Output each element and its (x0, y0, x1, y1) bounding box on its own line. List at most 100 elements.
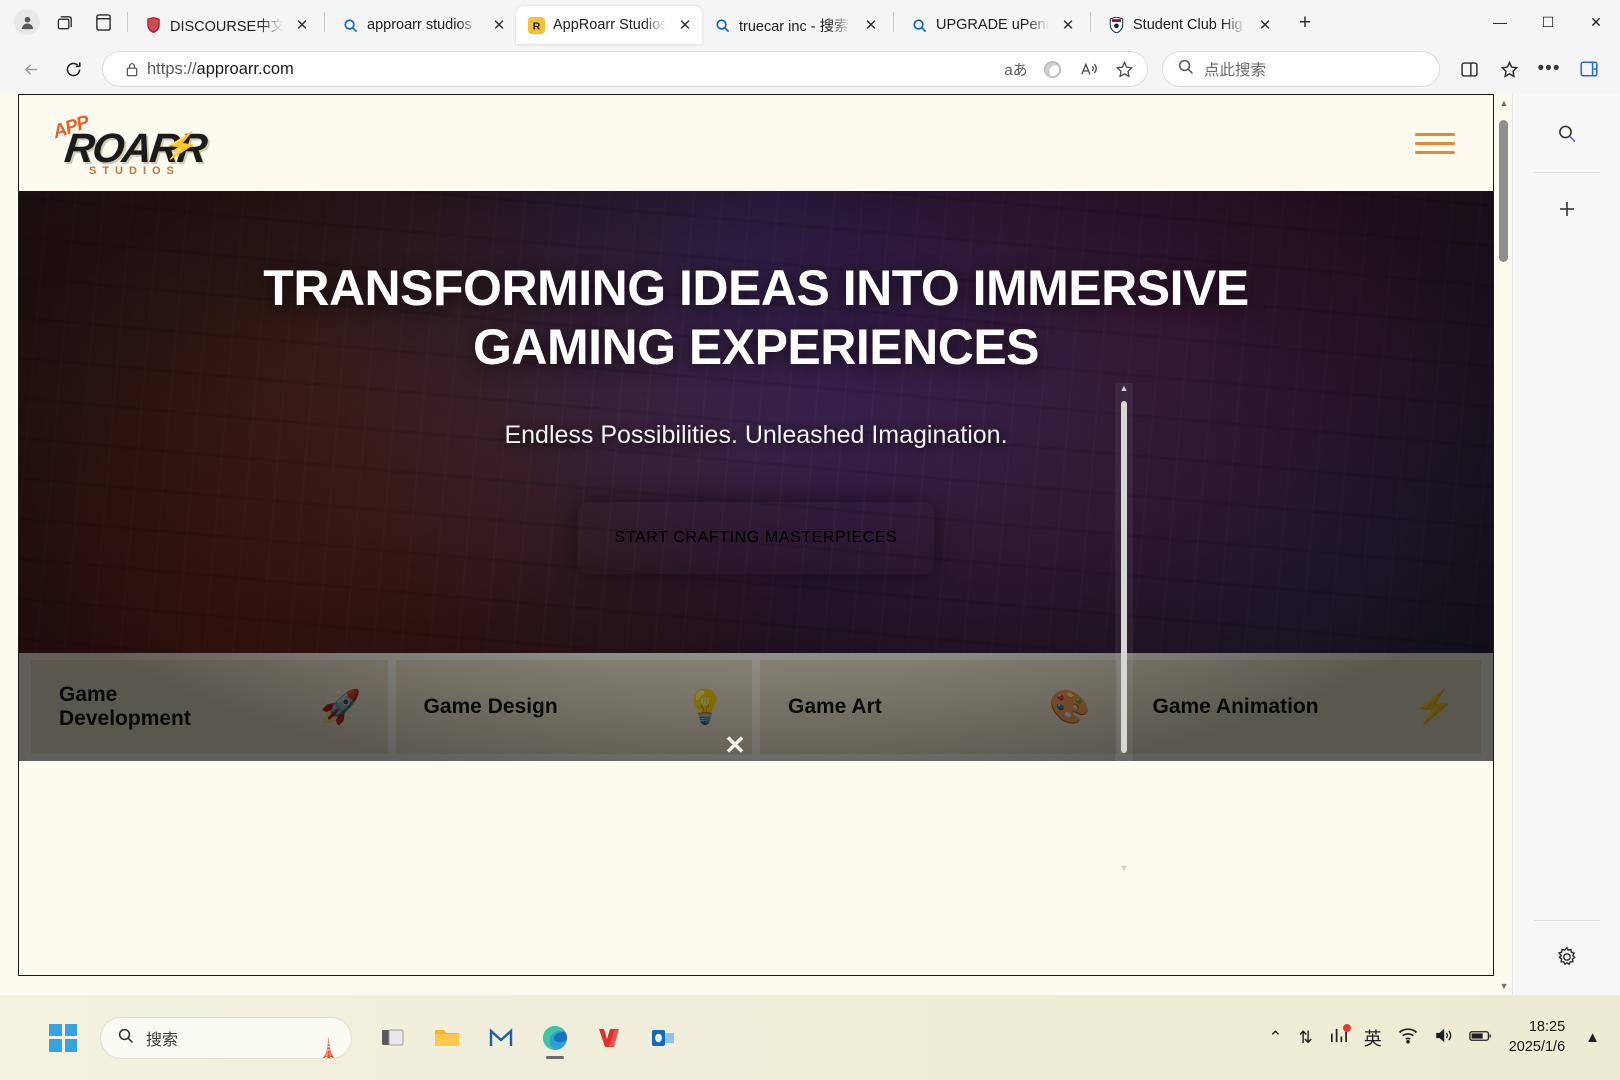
sidebar-add-icon[interactable] (1545, 187, 1589, 231)
inner-scroll-thumb[interactable] (1121, 401, 1127, 753)
task-view-button[interactable] (370, 1015, 416, 1061)
tab-close-button[interactable]: ✕ (488, 14, 510, 36)
show-hidden-icons-chevron[interactable]: ⌃ (1268, 1028, 1282, 1048)
divider (127, 12, 128, 32)
analytics-tray-icon[interactable] (1329, 1023, 1351, 1050)
start-crafting-masterpieces-button[interactable]: START CRAFTING MASTERPIECES (578, 502, 934, 574)
site-header: APP ROARR ⚡ STUDIOS (19, 95, 1493, 191)
page-scrollbar[interactable]: ▲ ▼ (1496, 94, 1512, 995)
ime-language-indicator[interactable]: 英 (1364, 1025, 1382, 1051)
divider (324, 12, 325, 32)
shield-crest-icon (144, 16, 162, 34)
network-tools-icon[interactable]: ⇅ (1298, 1028, 1312, 1048)
page-viewport: APP ROARR ⚡ STUDIOS TRANSFORMING IDEAS I… (0, 94, 1512, 995)
tab-actions-icon[interactable] (84, 4, 122, 40)
scroll-down-arrow[interactable]: ▼ (1120, 863, 1129, 873)
tab-strip: DISCOURSE中文( ✕ approarr studios ✕ R AppR… (0, 0, 1620, 44)
minimize-button[interactable]: — (1476, 0, 1524, 44)
tab-title: UPGRADE uPenn (936, 17, 1049, 33)
back-button[interactable] (12, 50, 50, 88)
scroll-thumb[interactable] (1499, 120, 1508, 262)
tab-truecar-inc[interactable]: truecar inc - 搜索 ✕ (702, 6, 888, 44)
refresh-button[interactable] (54, 50, 92, 88)
tab-upgrade-upenn[interactable]: UPGRADE uPenn ✕ (899, 6, 1085, 44)
taskbar-apps (370, 1015, 686, 1061)
hero-section: TRANSFORMING IDEAS INTO IMMERSIVE GAMING… (19, 191, 1493, 761)
star-icon[interactable] (1109, 54, 1139, 84)
start-button[interactable] (40, 1015, 86, 1061)
toolbar-actions: ••• (1450, 50, 1608, 88)
taskbar-search-placeholder: 搜索 (146, 1031, 179, 1049)
lightning-icon: ⚡ (162, 127, 201, 164)
browser-window: DISCOURSE中文( ✕ approarr studios ✕ R AppR… (0, 0, 1620, 995)
tab-title: AppRoarr Studios (553, 17, 666, 33)
divider (1533, 172, 1600, 173)
search-icon (713, 16, 731, 34)
search-icon (341, 16, 359, 34)
system-tray: ⌃ ⇅ 英 18:25 2025/1/6 ▲ (1268, 1018, 1606, 1057)
clock[interactable]: 18:25 2025/1/6 (1509, 1018, 1565, 1057)
collections-icon[interactable] (46, 4, 84, 40)
notification-dot (1342, 1023, 1351, 1032)
inner-scroll-track[interactable] (1115, 393, 1133, 863)
favorites-icon[interactable] (1490, 50, 1528, 88)
sidebar-search-icon[interactable] (1545, 112, 1589, 156)
person-icon (14, 9, 40, 35)
profile-button[interactable] (8, 4, 46, 40)
svg-text:R: R (532, 21, 540, 32)
tab-title: truecar inc - 搜索 (739, 18, 849, 35)
outlook-button[interactable] (640, 1015, 686, 1061)
inner-content-scrollbar[interactable]: ▲ ▼ (1115, 383, 1133, 873)
tab-approarr-studios[interactable]: R AppRoarr Studios ✕ (516, 6, 702, 44)
clock-date: 2025/1/6 (1508, 1038, 1566, 1055)
tab-close-button[interactable]: ✕ (291, 14, 313, 36)
read-aloud-icon[interactable] (1073, 54, 1103, 84)
navigation-bar: https://approarr.com aあ 点此搜索 ••• (0, 44, 1620, 94)
approarr-logo[interactable]: APP ROARR ⚡ STUDIOS (37, 103, 237, 183)
settings-and-more-button[interactable]: ••• (1530, 50, 1568, 88)
address-bar-actions: aあ (1001, 54, 1139, 84)
scroll-down-arrow[interactable]: ▼ (1500, 977, 1509, 995)
volume-icon[interactable] (1434, 1027, 1453, 1049)
tab-close-button[interactable]: ✕ (1057, 14, 1079, 36)
file-explorer-button[interactable] (424, 1015, 470, 1061)
penn-shield-icon (1107, 16, 1125, 34)
wps-office-button[interactable] (586, 1015, 632, 1061)
scroll-track[interactable] (1496, 112, 1512, 977)
search-placeholder: 点此搜索 (1204, 62, 1267, 79)
scroll-up-arrow[interactable]: ▲ (1500, 94, 1509, 112)
tab-discourse[interactable]: DISCOURSE中文( ✕ (133, 6, 319, 44)
scroll-up-arrow[interactable]: ▲ (1120, 383, 1129, 393)
battery-icon[interactable] (1468, 1028, 1493, 1048)
hamburger-menu-icon[interactable] (1415, 126, 1459, 160)
sidebar-toggle-icon[interactable] (1570, 50, 1608, 88)
tab-close-button[interactable]: ✕ (1254, 14, 1276, 36)
new-tab-button[interactable]: + (1288, 6, 1322, 40)
mail-app-button[interactable] (478, 1015, 524, 1061)
divider (1533, 920, 1600, 921)
split-screen-icon[interactable] (1450, 50, 1488, 88)
notification-center-button[interactable]: ▲ (1585, 1029, 1600, 1046)
microsoft-edge-button[interactable] (532, 1015, 578, 1061)
address-bar[interactable]: https://approarr.com aあ (102, 51, 1148, 87)
taskbar-search-box[interactable]: 搜索 🗼 (100, 1016, 352, 1059)
tab-close-button[interactable]: ✕ (674, 14, 696, 36)
wifi-icon[interactable] (1398, 1027, 1418, 1049)
tab-close-button[interactable]: ✕ (860, 14, 882, 36)
tab-title: DISCOURSE中文( (170, 18, 283, 35)
windows-logo-icon (49, 1023, 77, 1052)
tab-student-club[interactable]: Student Club Hig ✕ (1096, 6, 1282, 44)
close-button[interactable]: ✕ (1572, 0, 1620, 44)
website-frame: APP ROARR ⚡ STUDIOS TRANSFORMING IDEAS I… (18, 94, 1494, 976)
translate-icon[interactable]: aあ (1001, 54, 1031, 84)
close-overlay-icon[interactable]: ✕ (722, 732, 748, 758)
copilot-icon[interactable] (1037, 54, 1067, 84)
sidebar-settings-gear-icon[interactable] (1545, 935, 1589, 979)
tab-approarr-studios-search[interactable]: approarr studios ✕ (330, 6, 516, 44)
decorative-illustration-icon: 🗼 (316, 1038, 341, 1059)
maximize-button[interactable]: ☐ (1524, 0, 1572, 44)
bing-search-box[interactable]: 点此搜索 (1162, 51, 1440, 87)
clock-time: 18:25 (1528, 1018, 1566, 1035)
tab-title: Student Club Hig (1133, 17, 1243, 33)
logo-studios-text: STUDIOS (89, 165, 180, 177)
